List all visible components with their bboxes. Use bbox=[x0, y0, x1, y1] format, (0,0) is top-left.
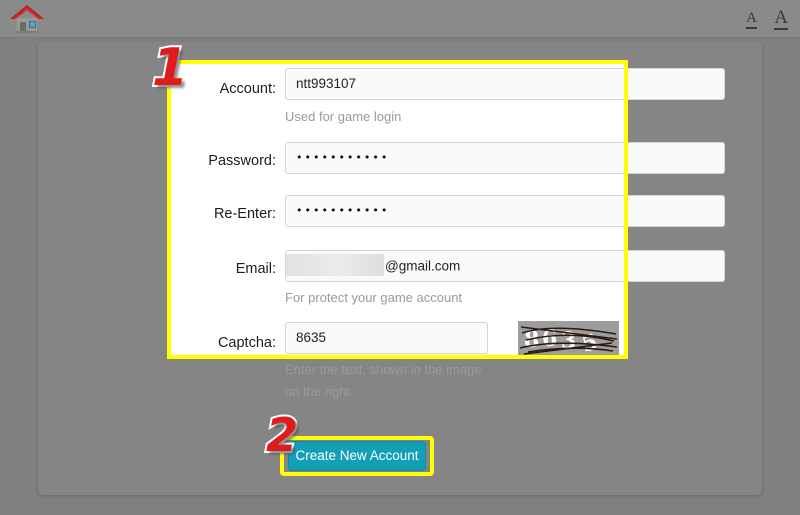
password-input[interactable]: ••••••••••• bbox=[285, 142, 725, 174]
reenter-password-label: Re-Enter: bbox=[213, 206, 276, 222]
email-input[interactable]: @gmail.com bbox=[285, 250, 725, 282]
step-1-annotation: 1 bbox=[150, 38, 190, 98]
password-label: Password: bbox=[208, 153, 276, 169]
home-icon[interactable] bbox=[8, 2, 46, 36]
email-label: Email: bbox=[235, 261, 276, 277]
captcha-label: Captcha: bbox=[217, 335, 276, 351]
email-redaction-block bbox=[286, 254, 384, 277]
create-new-account-button[interactable]: Create New Account bbox=[288, 441, 426, 471]
step-2-annotation: 2 bbox=[264, 408, 300, 462]
account-input[interactable]: ntt993107 bbox=[285, 68, 725, 100]
captcha-input[interactable]: 8635 bbox=[285, 322, 488, 354]
font-size-increase-icon[interactable]: A bbox=[774, 8, 788, 30]
account-hint: Used for game login bbox=[285, 109, 402, 124]
email-domain-text: @gmail.com bbox=[385, 258, 461, 274]
captcha-hint-line2: on the right. bbox=[285, 384, 354, 399]
captcha-image[interactable]: 8 6 3 5 bbox=[518, 321, 619, 358]
captcha-hint-line1: Enter the text, shown in the image bbox=[285, 362, 482, 377]
email-hint: For protect your game account bbox=[285, 290, 463, 305]
browser-header-bar: A A bbox=[0, 0, 800, 38]
font-size-decrease-icon[interactable]: A bbox=[746, 11, 757, 29]
reenter-password-input[interactable]: ••••••••••• bbox=[285, 195, 725, 227]
